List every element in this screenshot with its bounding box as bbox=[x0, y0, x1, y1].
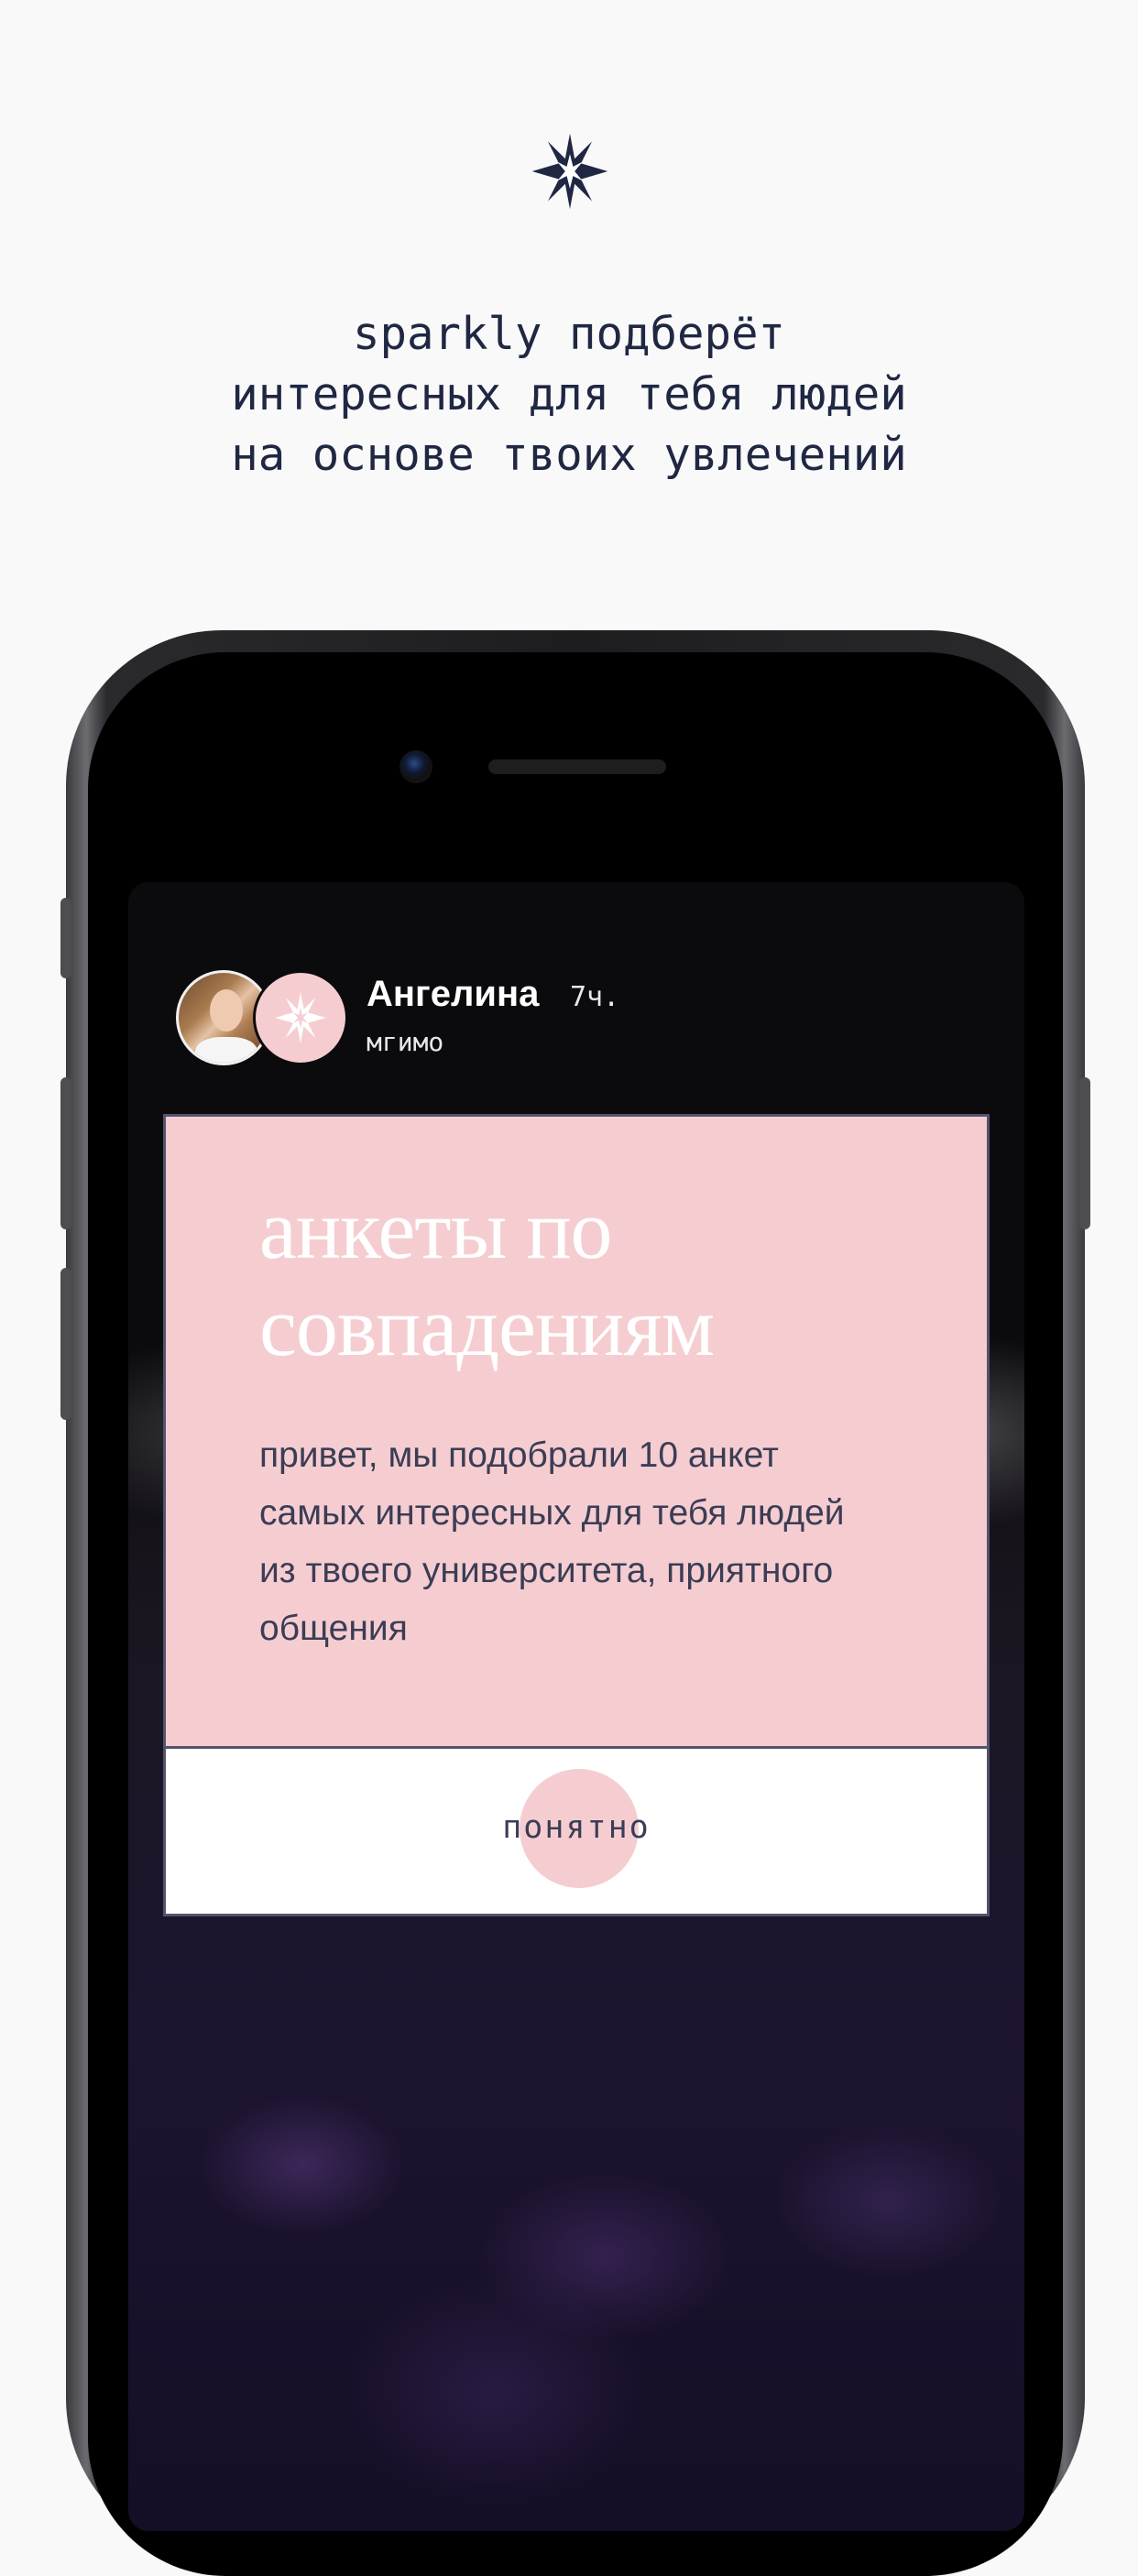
matches-card: анкеты по совпадениям привет, мы подобра… bbox=[163, 1114, 990, 1916]
post-time: 7ч. bbox=[570, 981, 620, 1013]
front-camera bbox=[399, 750, 432, 783]
intro-headline: sparkly подберёт интересных для тебя люд… bbox=[0, 304, 1138, 486]
headline-line: на основе твоих увлечений bbox=[231, 429, 907, 481]
ok-button[interactable]: понятно bbox=[166, 1809, 987, 1846]
phone-mute-switch bbox=[60, 898, 71, 978]
card-body-text: привет, мы подобрали 10 анкет самых инте… bbox=[259, 1435, 845, 1648]
phone-volume-down bbox=[60, 1268, 71, 1420]
sparkle-star-icon bbox=[531, 133, 608, 210]
avatar-shirt bbox=[195, 1037, 257, 1063]
earpiece-speaker bbox=[488, 759, 666, 774]
headline-line: интересных для тебя людей bbox=[231, 368, 907, 420]
phone-volume-up bbox=[60, 1077, 71, 1229]
phone-power-button bbox=[1079, 1077, 1090, 1229]
user-university: мгимо bbox=[367, 1027, 444, 1057]
user-name[interactable]: Ангелина bbox=[367, 974, 539, 1015]
sparkly-badge bbox=[253, 970, 348, 1065]
card-title: анкеты по совпадениям bbox=[259, 1181, 956, 1375]
phone-screen: Ангелина 7ч. мгимо анкеты по совпадениям… bbox=[128, 882, 1024, 2531]
avatar-face bbox=[210, 989, 243, 1031]
card-footer: понятно bbox=[166, 1746, 987, 1914]
card-title-line: совпадениям bbox=[259, 1280, 715, 1373]
sparkle-star-icon bbox=[275, 992, 326, 1043]
headline-line: sparkly подберёт bbox=[352, 308, 785, 360]
card-title-line: анкеты по bbox=[259, 1183, 613, 1276]
